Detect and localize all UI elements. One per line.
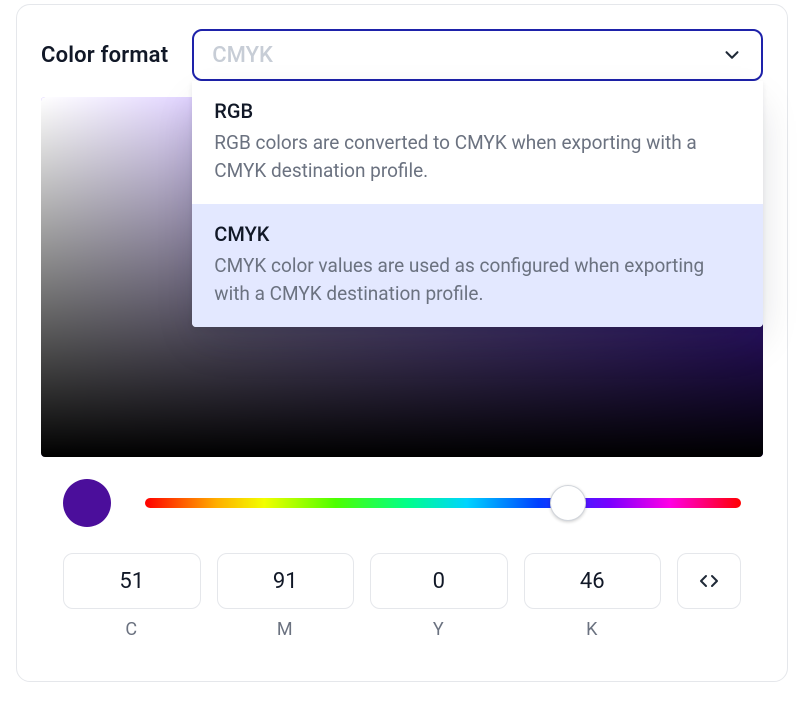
channel-c-label: C — [125, 619, 138, 640]
channel-m-label: M — [277, 619, 294, 640]
option-cmyk[interactable]: CMYK CMYK color values are used as confi… — [192, 204, 763, 327]
chevron-down-icon — [721, 44, 743, 66]
option-rgb[interactable]: RGB RGB colors are converted to CMYK whe… — [192, 81, 763, 204]
option-description: CMYK color values are used as configured… — [214, 252, 741, 307]
color-swatch — [63, 479, 111, 527]
option-title: RGB — [214, 99, 741, 123]
option-description: RGB colors are converted to CMYK when ex… — [214, 129, 741, 184]
hue-row — [63, 479, 741, 527]
channel-m: M — [217, 553, 355, 640]
channel-c: C — [63, 553, 201, 640]
option-title: CMYK — [214, 222, 741, 246]
channel-y-label: Y — [433, 619, 445, 640]
code-icon — [697, 569, 721, 593]
color-format-panel: Color format CMYK RGB RGB colors are con… — [16, 4, 788, 682]
channel-k-label: K — [586, 619, 598, 640]
channel-k-input[interactable] — [524, 553, 662, 609]
color-format-label: Color format — [41, 43, 168, 68]
channel-y-input[interactable] — [370, 553, 508, 609]
combobox-placeholder: CMYK — [212, 43, 721, 68]
color-format-combobox-wrap: CMYK RGB RGB colors are converted to CMY… — [192, 29, 763, 81]
header-row: Color format CMYK RGB RGB colors are con… — [41, 29, 763, 81]
channel-inputs: C M Y K — [63, 553, 741, 640]
channel-y: Y — [370, 553, 508, 640]
color-format-listbox: RGB RGB colors are converted to CMYK whe… — [192, 81, 763, 327]
channel-m-input[interactable] — [217, 553, 355, 609]
channel-k: K — [524, 553, 662, 640]
color-format-combobox[interactable]: CMYK — [192, 29, 763, 81]
channel-c-input[interactable] — [63, 553, 201, 609]
hue-slider[interactable] — [145, 498, 741, 508]
cycle-model-button[interactable] — [677, 553, 741, 609]
hue-thumb[interactable] — [550, 485, 586, 521]
